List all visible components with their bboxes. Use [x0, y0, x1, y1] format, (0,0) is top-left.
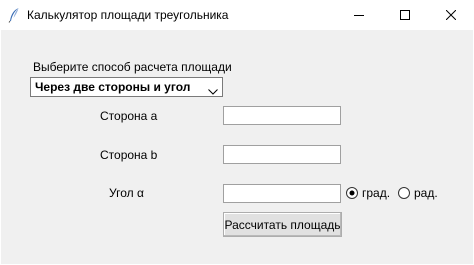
radio-degrees-label: град.: [362, 186, 391, 200]
radio-degrees[interactable]: град.: [346, 185, 390, 201]
calculate-area-button[interactable]: Рассчитать площадь: [223, 212, 342, 237]
radio-radians-label: рад.: [414, 186, 438, 200]
side-b-input[interactable]: [223, 145, 341, 164]
window-title: Калькулятор площади треугольника: [27, 8, 229, 22]
angle-label: Угол α: [109, 186, 144, 200]
title-bar: Калькулятор площади треугольника: [0, 0, 474, 30]
maximize-button[interactable]: [382, 0, 428, 30]
radio-radians[interactable]: рад.: [398, 185, 438, 201]
minimize-button[interactable]: [336, 0, 382, 30]
method-combobox[interactable]: Через две стороны и угол: [30, 77, 223, 97]
radio-unselected-icon[interactable]: [398, 187, 410, 199]
close-button[interactable]: [428, 0, 474, 30]
chevron-down-icon[interactable]: [208, 84, 218, 98]
side-a-input[interactable]: [223, 106, 341, 125]
angle-input[interactable]: [223, 184, 341, 203]
side-a-label: Сторона a: [100, 109, 158, 123]
feather-icon: [8, 7, 20, 23]
method-combobox-value: Через две стороны и угол: [35, 80, 191, 94]
method-label: Выберите способ расчета площади: [33, 60, 232, 74]
radio-selected-icon[interactable]: [346, 187, 358, 199]
side-b-label: Сторона b: [100, 148, 158, 162]
